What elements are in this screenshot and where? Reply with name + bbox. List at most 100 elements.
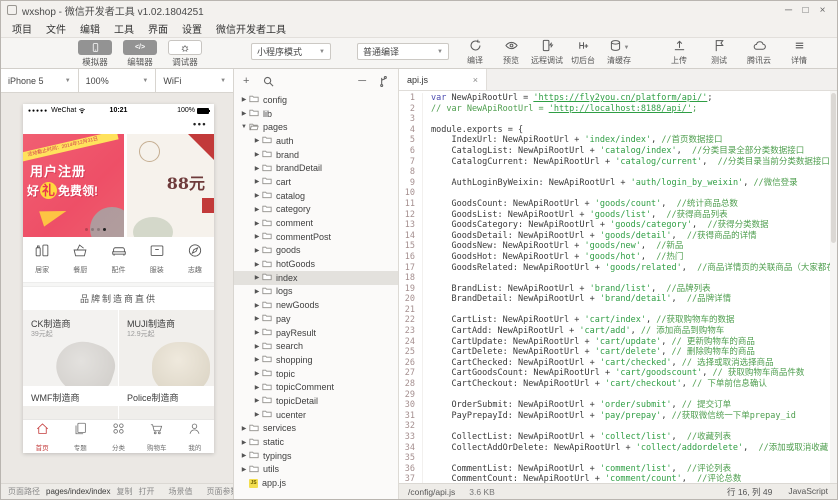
code-line[interactable]: 5 IndexUrl: NewApiRootUrl + 'index/index… — [399, 135, 837, 146]
远程调试-button[interactable]: 远程调试 — [529, 41, 565, 68]
brand-card-MUJI制造商[interactable]: MUJI制造商12.9元起 — [119, 310, 214, 386]
chevron-right-icon[interactable]: ▶ — [253, 343, 261, 350]
code-line[interactable]: 2// var NewApiRootUrl = 'http://localhos… — [399, 104, 837, 115]
chevron-down-icon[interactable]: ▼ — [240, 124, 248, 130]
tree-item-pay[interactable]: ▶pay — [234, 312, 398, 326]
chevron-right-icon[interactable]: ▶ — [253, 384, 261, 391]
menu-item-4[interactable]: 界面 — [141, 19, 175, 38]
tree-item-static[interactable]: ▶static — [234, 435, 398, 449]
banner-slide-next[interactable]: 88元 — [127, 134, 214, 237]
tree-item-topic[interactable]: ▶topic — [234, 367, 398, 381]
code-line[interactable]: 36 CommentList: NewApiRootUrl + 'comment… — [399, 464, 837, 475]
tree-item-shopping[interactable]: ▶shopping — [234, 353, 398, 367]
phone-tab-分类[interactable]: 分类 — [99, 420, 137, 453]
预览-button[interactable]: 预览 — [493, 41, 529, 68]
menu-item-1[interactable]: 文件 — [39, 19, 73, 38]
code-line[interactable]: 14 GoodsDetail: NewApiRootUrl + 'goods/d… — [399, 231, 837, 242]
tree-item-typings[interactable]: ▶typings — [234, 449, 398, 463]
code-line[interactable]: 15 GoodsNew: NewApiRootUrl + 'goods/new'… — [399, 241, 837, 252]
editor-scrollbar[interactable] — [830, 91, 837, 483]
chevron-right-icon[interactable]: ▶ — [253, 206, 261, 213]
code-line[interactable]: 10 — [399, 188, 837, 199]
scene-value-button[interactable]: 场景值 — [169, 486, 193, 497]
tree-item-logs[interactable]: ▶logs — [234, 285, 398, 299]
chevron-right-icon[interactable]: ▶ — [253, 247, 261, 254]
menu-item-6[interactable]: 微信开发者工具 — [209, 19, 293, 38]
code-line[interactable]: 31 PayPrepayId: NewApiRootUrl + 'pay/pre… — [399, 411, 837, 422]
code-line[interactable]: 17 GoodsRelated: NewApiRootUrl + 'goods/… — [399, 263, 837, 274]
code-line[interactable]: 19 BrandList: NewApiRootUrl + 'brand/lis… — [399, 284, 837, 295]
search-icon[interactable] — [263, 76, 274, 87]
tree-item-cart[interactable]: ▶cart — [234, 175, 398, 189]
编辑器-toggle-button[interactable]: </>编辑器 — [122, 40, 158, 68]
chevron-right-icon[interactable]: ▶ — [253, 302, 261, 309]
code-line[interactable]: 7 CatalogCurrent: NewApiRootUrl + 'catal… — [399, 157, 837, 168]
category-居家[interactable]: 居家 — [23, 241, 61, 282]
tree-item-topicComment[interactable]: ▶topicComment — [234, 380, 398, 394]
chevron-right-icon[interactable]: ▶ — [240, 452, 248, 459]
zoom-select[interactable]: 100% ▼ — [79, 69, 157, 92]
chevron-right-icon[interactable]: ▶ — [240, 96, 248, 103]
tree-item-topicDetail[interactable]: ▶topicDetail — [234, 394, 398, 408]
tab-api-js[interactable]: api.js × — [399, 69, 487, 90]
copy-path-button[interactable]: 复制 — [117, 486, 133, 497]
code-line[interactable]: 37 CommentCount: NewApiRootUrl + 'commen… — [399, 474, 837, 483]
code-line[interactable]: 9 AuthLoginByWeixin: NewApiRootUrl + 'au… — [399, 178, 837, 189]
测试-button[interactable]: 测试 — [699, 41, 739, 66]
add-file-icon[interactable]: + — [243, 75, 249, 87]
compile-select[interactable]: 普通编译 ▼ — [357, 43, 449, 60]
code-line[interactable]: 18 — [399, 273, 837, 284]
category-配件[interactable]: 配件 — [99, 241, 137, 282]
chevron-right-icon[interactable]: ▶ — [253, 261, 261, 268]
brand-card-CK制造商[interactable]: CK制造商39元起 — [23, 310, 118, 386]
page-params-button[interactable]: 页面参数 — [207, 486, 234, 497]
tree-item-brand[interactable]: ▶brand — [234, 148, 398, 162]
code-line[interactable]: 35 — [399, 453, 837, 464]
scrollbar-thumb[interactable] — [831, 93, 836, 243]
phone-tab-购物车[interactable]: 购物车 — [138, 420, 176, 453]
chevron-right-icon[interactable]: ▶ — [253, 370, 261, 377]
phone-tab-首页[interactable]: 首页 — [23, 420, 61, 453]
menu-item-5[interactable]: 设置 — [175, 19, 209, 38]
tree-item-config[interactable]: ▶config — [234, 93, 398, 107]
code-line[interactable]: 13 GoodsCategory: NewApiRootUrl + 'goods… — [399, 220, 837, 231]
chevron-right-icon[interactable]: ▶ — [253, 288, 261, 295]
tree-item-lib[interactable]: ▶lib — [234, 107, 398, 121]
code-line[interactable]: 34 CollectAddOrDelete: NewApiRootUrl + '… — [399, 443, 837, 454]
device-select[interactable]: iPhone 5 ▼ — [1, 69, 79, 92]
chevron-right-icon[interactable]: ▶ — [253, 329, 261, 336]
tree-item-commentPost[interactable]: ▶commentPost — [234, 230, 398, 244]
maximize-button[interactable]: □ — [797, 5, 814, 16]
close-button[interactable]: × — [814, 5, 831, 16]
腾讯云-button[interactable]: 腾讯云 — [739, 41, 779, 66]
详情-button[interactable]: 详情 — [779, 41, 819, 66]
code-editor[interactable]: 1var NewApiRootUrl = 'https://fly2you.cn… — [399, 91, 837, 483]
code-line[interactable]: 6 CatalogList: NewApiRootUrl + 'catalog/… — [399, 146, 837, 157]
more-menu-icon[interactable]: ••• — [193, 119, 207, 129]
collapse-all-icon[interactable]: ─ — [358, 75, 366, 87]
tree-item-hotGoods[interactable]: ▶hotGoods — [234, 257, 398, 271]
编译-button[interactable]: 编译 — [457, 41, 493, 68]
banner-carousel[interactable]: 活动截止时间：2014年12月31日 用户注册 好 礼 免费领! — [23, 134, 214, 237]
chevron-right-icon[interactable]: ▶ — [253, 165, 261, 172]
tree-item-pages[interactable]: ▼pages — [234, 120, 398, 134]
code-line[interactable]: 24 CartUpdate: NewApiRootUrl + 'cart/upd… — [399, 337, 837, 348]
tree-item-goods[interactable]: ▶goods — [234, 244, 398, 258]
tree-item-newGoods[interactable]: ▶newGoods — [234, 298, 398, 312]
chevron-right-icon[interactable]: ▶ — [253, 137, 261, 144]
tree-item-comment[interactable]: ▶comment — [234, 216, 398, 230]
banner-slide-promo[interactable]: 活动截止时间：2014年12月31日 用户注册 好 礼 免费领! — [23, 134, 124, 237]
tree-item-services[interactable]: ▶services — [234, 422, 398, 436]
brand-card-WMF制造商[interactable]: WMF制造商 — [23, 386, 118, 419]
chevron-right-icon[interactable]: ▶ — [253, 178, 261, 185]
code-line[interactable]: 30 OrderSubmit: NewApiRootUrl + 'order/s… — [399, 400, 837, 411]
tree-item-ucenter[interactable]: ▶ucenter — [234, 408, 398, 422]
chevron-right-icon[interactable]: ▶ — [240, 425, 248, 432]
切后台-button[interactable]: 切后台 — [565, 41, 601, 68]
模拟器-toggle-button[interactable]: 模拟器 — [77, 40, 113, 68]
code-line[interactable]: 32 — [399, 421, 837, 432]
清缓存-button[interactable]: ▼清缓存 — [601, 41, 637, 68]
tree-item-app.js[interactable]: JSapp.js — [234, 476, 398, 490]
chevron-right-icon[interactable]: ▶ — [240, 110, 248, 117]
code-line[interactable]: 23 CartAdd: NewApiRootUrl + 'cart/add', … — [399, 326, 837, 337]
